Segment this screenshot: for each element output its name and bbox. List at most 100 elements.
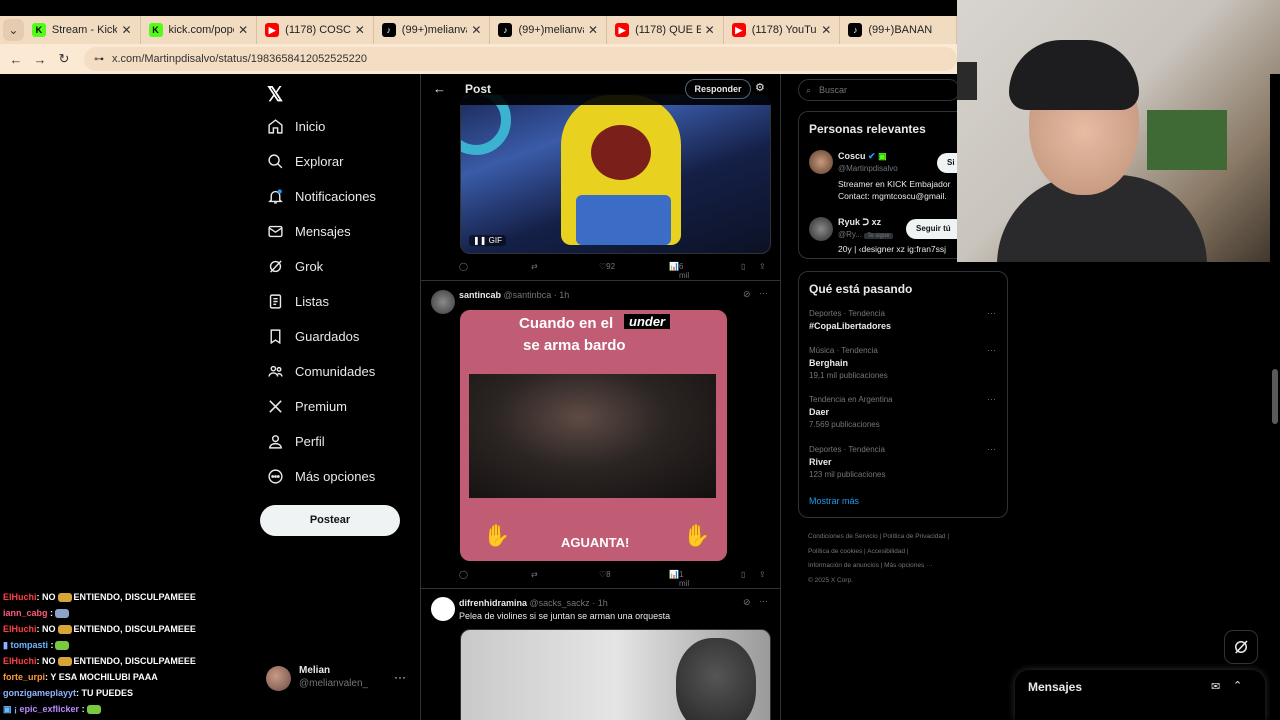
footer-link[interactable]: Condiciones de Servicio — [808, 533, 878, 540]
media-text-top: Cuando en el — [519, 315, 614, 332]
tune-settings-icon[interactable]: ⚙ — [755, 81, 765, 94]
reload-icon[interactable]: ↻ — [52, 51, 76, 67]
chevron-up-icon[interactable]: ⌃ — [1233, 679, 1242, 692]
more-dots-icon[interactable]: ··· — [987, 308, 996, 318]
page-title: Post — [465, 82, 492, 96]
more-dots-icon[interactable]: ··· — [759, 596, 768, 606]
views-count[interactable]: 📊 6 mil — [669, 262, 689, 280]
nav-premium[interactable]: Premium — [266, 397, 347, 415]
avatar — [266, 666, 291, 691]
close-tab-icon[interactable]: ✕ — [355, 23, 365, 37]
reply-button[interactable]: Responder — [685, 79, 751, 99]
bookmark-icon[interactable]: ▯ — [741, 262, 745, 271]
more-dots-icon[interactable]: ··· — [987, 394, 996, 404]
account-switcher[interactable]: Melian @melianvalen_ ··· — [266, 662, 416, 694]
footer-link[interactable]: Más opciones ··· — [884, 562, 932, 569]
grok-floating-button[interactable] — [1224, 630, 1258, 664]
avatar[interactable] — [809, 150, 833, 174]
close-tab-icon[interactable]: ✕ — [821, 23, 831, 37]
search-input[interactable]: ⌕ Buscar — [798, 79, 960, 101]
new-message-icon[interactable]: ✉ — [1211, 680, 1220, 693]
browser-tab-bar: ⌄ KStream - Kick Dashboard✕ Kkick.com/po… — [0, 16, 957, 44]
nav-explore[interactable]: Explorar — [266, 152, 343, 170]
nav-home[interactable]: Inicio — [266, 117, 325, 135]
scrollbar-thumb[interactable] — [1272, 369, 1278, 424]
more-dots-icon[interactable]: ··· — [987, 444, 996, 454]
avatar[interactable] — [431, 290, 455, 314]
tweet-actions: ◯ ⇄ ♡ 92 📊 6 mil ▯ ⇪ — [459, 262, 771, 280]
youtube-icon: ▶ — [615, 23, 630, 37]
avatar[interactable] — [809, 217, 833, 241]
close-tab-icon[interactable]: ✕ — [588, 23, 598, 37]
footer-link[interactable]: Política de cookies — [808, 548, 862, 555]
bookmark-icon[interactable]: ▯ — [741, 570, 745, 579]
footer-link[interactable]: Accesibilidad — [867, 548, 905, 555]
nav-more-options[interactable]: Más opciones — [266, 467, 375, 485]
reply-icon[interactable]: ◯ — [459, 262, 468, 271]
chat-message: ElHuchi: NO ENTIENDO, DISCULPAMEEE — [3, 592, 196, 603]
person-name[interactable]: Coscu ✔ ▣ — [838, 151, 887, 162]
nav-bookmarks[interactable]: Guardados — [266, 327, 359, 345]
more-dots-icon[interactable]: ··· — [987, 345, 996, 355]
nav-profile[interactable]: Perfil — [266, 432, 325, 450]
nav-grok[interactable]: Grok — [266, 257, 323, 275]
hand-icon: ✋ — [483, 523, 511, 548]
list-icon — [266, 292, 284, 310]
chat-message: iann_cabg : — [3, 608, 71, 619]
share-icon[interactable]: ⇪ — [759, 262, 766, 271]
browser-tab[interactable]: ▶(1178) COSCU ME BA✕ — [257, 16, 374, 44]
nav-communities[interactable]: Comunidades — [266, 362, 375, 380]
tiktok-icon: ♪ — [381, 23, 396, 37]
tweet-image[interactable] — [460, 629, 771, 720]
nav-notifications[interactable]: Notificaciones — [266, 187, 376, 205]
avatar[interactable] — [431, 597, 455, 621]
show-more-link[interactable]: Mostrar más — [809, 496, 859, 506]
browser-tab[interactable]: ♪(99+)melianvalen (@✕ — [490, 16, 608, 44]
tweet-gif[interactable]: ❚❚ GIF — [460, 94, 771, 254]
back-arrow-icon[interactable]: ← — [4, 52, 28, 67]
home-icon — [266, 117, 284, 135]
main-column: ← Post Responder ⚙ ❚❚ GIF ◯ ⇄ ♡ 92 📊 6 m… — [420, 74, 781, 720]
back-arrow-icon[interactable]: ← — [433, 81, 446, 96]
close-tab-icon[interactable]: ✕ — [238, 23, 248, 37]
grok-icon[interactable]: ⊘ — [743, 289, 751, 300]
views-count[interactable]: 📊 1 mil — [669, 570, 689, 588]
nav-lists[interactable]: Listas — [266, 292, 329, 310]
tweet-gif[interactable]: Cuando en el under se arma bardo AGUANTA… — [460, 310, 727, 561]
footer-link[interactable]: Información de anuncios — [808, 562, 879, 569]
tweet-text: Pelea de violines si se juntan se arman … — [459, 611, 671, 621]
url-input[interactable]: ⊶ x.com/Martinpdisalvo/status/1983658412… — [84, 47, 957, 71]
browser-tab[interactable]: ♪(99+)melianvalen (@✕ — [374, 16, 491, 44]
like-button[interactable]: ♡ 8 — [599, 570, 611, 579]
close-tab-icon[interactable]: ✕ — [471, 23, 481, 37]
emote-icon — [55, 641, 70, 651]
share-icon[interactable]: ⇪ — [759, 570, 766, 579]
webcam-overlay — [957, 0, 1280, 262]
browser-tab[interactable]: Kkick.com/popout/me✕ — [141, 16, 258, 44]
nav-messages[interactable]: Mensajes — [266, 222, 351, 240]
forward-arrow-icon[interactable]: → — [28, 52, 52, 67]
x-logo-icon[interactable]: 𝕏 — [267, 82, 283, 107]
tweet-header: santincab @santinbca · 1h — [459, 290, 570, 300]
site-info-icon[interactable]: ⊶ — [94, 54, 104, 65]
chat-message: forte_urpi: Y ESA MOCHILUBI PAAA — [3, 672, 158, 682]
browser-tab[interactable]: ▶(1178) YouTube✕ — [724, 16, 841, 44]
browser-tab[interactable]: KStream - Kick Dashboard✕ — [24, 16, 141, 44]
post-button[interactable]: Postear — [260, 505, 400, 536]
messages-dock[interactable]: Mensajes ✉ ⌃ — [1015, 670, 1265, 720]
tab-search-menu-icon[interactable]: ⌄ — [3, 19, 24, 41]
divider — [421, 280, 780, 281]
grok-icon[interactable]: ⊘ — [743, 597, 751, 608]
close-tab-icon[interactable]: ✕ — [121, 23, 131, 37]
page-scrollbar[interactable] — [1270, 74, 1280, 720]
retweet-icon[interactable]: ⇄ — [531, 570, 538, 579]
browser-tab[interactable]: ♪ (99+)BANAN — [840, 16, 957, 44]
reply-icon[interactable]: ◯ — [459, 570, 468, 579]
retweet-icon[interactable]: ⇄ — [531, 262, 538, 271]
footer-link[interactable]: Política de Privacidad — [883, 533, 946, 540]
close-tab-icon[interactable]: ✕ — [705, 23, 715, 37]
more-dots-icon[interactable]: ··· — [759, 288, 768, 298]
person-name[interactable]: Ryuk ᑐ xz — [838, 217, 881, 228]
browser-tab[interactable]: ▶(1178) QUE ESTA PA✕ — [607, 16, 724, 44]
like-button[interactable]: ♡ 92 — [599, 262, 615, 271]
